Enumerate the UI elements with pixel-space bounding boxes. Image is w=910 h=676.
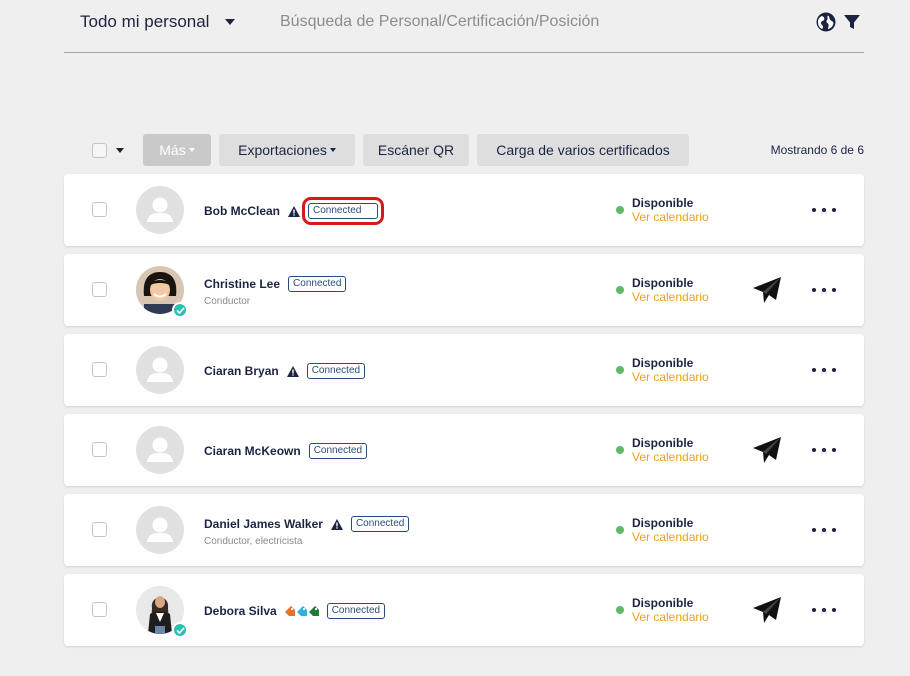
status-dot: [616, 526, 624, 534]
bulk-actions-toolbar: Más Exportaciones Escáner QR Carga de va…: [64, 134, 864, 166]
personnel-card[interactable]: Christine Lee Connected Conductor Disponibl…: [64, 254, 864, 326]
select-all-checkbox[interactable]: [92, 143, 107, 158]
bulk-certificate-upload-label: Carga de varios certificados: [496, 142, 670, 158]
availability-status: Disponible: [632, 196, 694, 210]
name-line: Ciaran McKeown Connected: [204, 443, 368, 459]
status-dot: [616, 206, 624, 214]
tag-icon: [308, 606, 319, 616]
avatar[interactable]: [136, 186, 184, 234]
personnel-card[interactable]: Ciaran Bryan Connected Disponible Ver calen…: [64, 334, 864, 406]
status-dot: [616, 606, 624, 614]
team-filter-dropdown[interactable]: Todo mi personal: [80, 12, 236, 32]
chevron-down-icon: [329, 148, 336, 152]
personnel-card[interactable]: Bob McClean Connected Disponible Ver calend…: [64, 174, 864, 246]
name-line: Daniel James Walker Connected: [204, 516, 410, 532]
person-name[interactable]: Bob McClean: [204, 204, 280, 218]
person-role: Conductor: [204, 296, 251, 307]
status-dot: [616, 286, 624, 294]
person-name[interactable]: Daniel James Walker: [204, 517, 323, 531]
more-button[interactable]: Más: [143, 134, 211, 166]
avatar[interactable]: [136, 586, 188, 638]
qr-scanner-button[interactable]: Escáner QR: [363, 134, 469, 166]
connected-badge: Connected: [326, 603, 386, 619]
send-icon[interactable]: [752, 596, 782, 624]
view-calendar-link[interactable]: Ver calendario: [632, 210, 709, 224]
row-checkbox[interactable]: [92, 282, 107, 297]
personnel-card[interactable]: Debora Silva Connected Disponible Ver calen…: [64, 574, 864, 646]
bulk-certificate-upload-button[interactable]: Carga de varios certificados: [477, 134, 689, 166]
connected-badge: Connected: [308, 443, 368, 459]
verified-badge-icon: [172, 302, 188, 318]
avatar[interactable]: [136, 266, 188, 318]
view-calendar-link[interactable]: Ver calendario: [632, 450, 709, 464]
send-icon[interactable]: [752, 276, 782, 304]
status-dot: [616, 446, 624, 454]
exports-button-label: Exportaciones: [238, 142, 327, 158]
person-name[interactable]: Ciaran Bryan: [204, 364, 279, 378]
tag-icon: [284, 606, 295, 616]
filter-icon[interactable]: [844, 14, 860, 30]
availability-status: Disponible: [632, 356, 694, 370]
chevron-down-icon: [225, 19, 236, 25]
team-filter-label: Todo mi personal: [80, 12, 210, 31]
view-calendar-link[interactable]: Ver calendario: [632, 290, 709, 304]
verified-badge-icon: [172, 622, 188, 638]
more-options-icon[interactable]: [810, 280, 838, 300]
view-calendar-link[interactable]: Ver calendario: [632, 370, 709, 384]
availability-status: Disponible: [632, 596, 694, 610]
name-line: Bob McClean Connected: [204, 197, 385, 225]
row-checkbox[interactable]: [92, 442, 107, 457]
chevron-down-icon[interactable]: [116, 148, 124, 153]
row-checkbox[interactable]: [92, 202, 107, 217]
person-name[interactable]: Ciaran McKeown: [204, 444, 301, 458]
more-button-label: Más: [159, 142, 186, 158]
name-line: Ciaran Bryan Connected: [204, 363, 366, 379]
connected-badge: Connected: [306, 363, 366, 379]
name-line: Debora Silva Connected: [204, 603, 386, 619]
more-options-icon[interactable]: [810, 360, 838, 380]
check-icon: [175, 306, 185, 314]
name-line: Christine Lee Connected: [204, 276, 347, 292]
globe-icon[interactable]: [816, 12, 836, 32]
avatar[interactable]: [136, 506, 184, 554]
warning-icon: [288, 205, 301, 217]
personnel-card[interactable]: Daniel James Walker Connected Conductor, e…: [64, 494, 864, 566]
view-calendar-link[interactable]: Ver calendario: [632, 610, 709, 624]
availability-status: Disponible: [632, 276, 694, 290]
row-checkbox[interactable]: [92, 602, 107, 617]
avatar[interactable]: [136, 426, 184, 474]
more-options-icon[interactable]: [810, 440, 838, 460]
tag-icon: [296, 606, 307, 616]
warning-icon: [330, 518, 343, 530]
more-options-icon[interactable]: [810, 600, 838, 620]
chevron-down-icon: [188, 148, 195, 152]
person-role: Conductor, electricista: [204, 536, 303, 547]
row-checkbox[interactable]: [92, 522, 107, 537]
row-checkbox[interactable]: [92, 362, 107, 377]
exports-button[interactable]: Exportaciones: [219, 134, 355, 166]
connected-badge: Connected: [350, 516, 410, 532]
warning-icon: [286, 365, 299, 377]
qr-scanner-button-label: Escáner QR: [377, 142, 455, 158]
availability-status: Disponible: [632, 516, 694, 530]
results-count: Mostrando 6 de 6: [770, 143, 864, 157]
search-input[interactable]: [280, 11, 780, 33]
availability-status: Disponible: [632, 436, 694, 450]
connected-badge: Connected: [288, 276, 347, 292]
tags: [284, 606, 319, 616]
connected-badge: Connected: [301, 197, 385, 225]
send-icon[interactable]: [752, 436, 782, 464]
view-calendar-link[interactable]: Ver calendario: [632, 530, 709, 544]
personnel-card[interactable]: Ciaran McKeown Connected Disponible Ver cal…: [64, 414, 864, 486]
person-name[interactable]: Christine Lee: [204, 277, 280, 291]
status-dot: [616, 366, 624, 374]
check-icon: [175, 626, 185, 634]
more-options-icon[interactable]: [810, 200, 838, 220]
person-name[interactable]: Debora Silva: [204, 604, 277, 618]
more-options-icon[interactable]: [810, 520, 838, 540]
avatar[interactable]: [136, 346, 184, 394]
top-bar: Todo mi personal: [64, 0, 864, 53]
